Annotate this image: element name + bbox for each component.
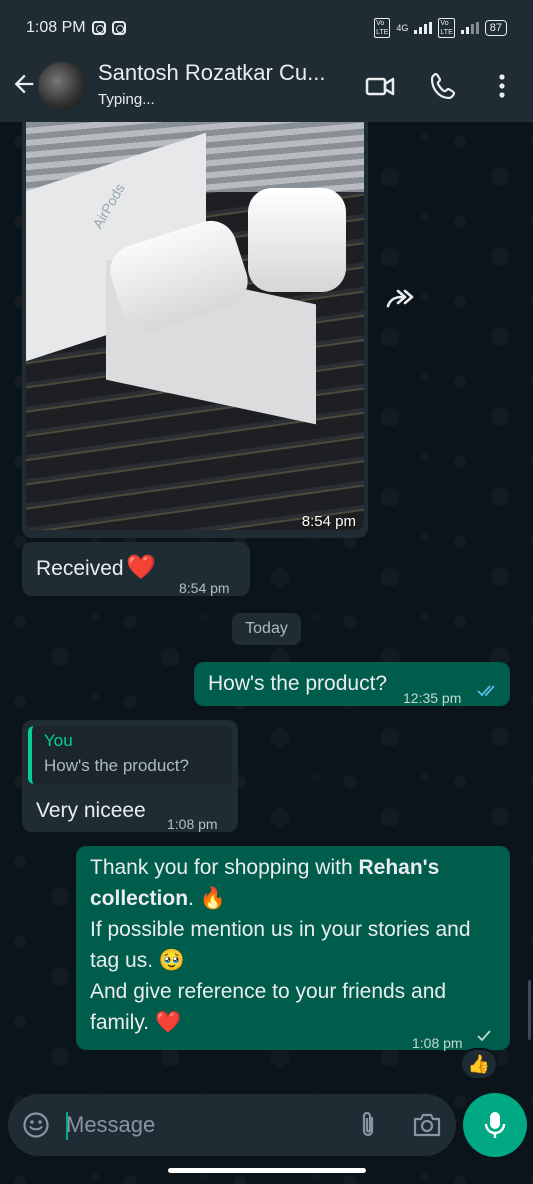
contact-status: Typing...: [98, 91, 155, 108]
instagram-icon: [91, 21, 106, 35]
message-time: 12:35 pm: [403, 690, 462, 706]
message-line: tag us. 🥹: [90, 949, 186, 972]
signal-icon: [460, 22, 479, 34]
photo-earbuds-case: [248, 188, 346, 292]
volte-icon: Vo LTE: [438, 18, 455, 38]
mic-button[interactable]: [463, 1093, 527, 1157]
quote-text: How's the product?: [44, 756, 189, 775]
more-menu-icon[interactable]: [486, 70, 518, 102]
outgoing-message-bubble[interactable]: Thank you for shopping with Rehan's coll…: [76, 846, 510, 1051]
message-text: Thank you for shopping with Rehan's coll…: [90, 852, 502, 1038]
battery-icon: 87: [484, 20, 507, 36]
voice-call-icon[interactable]: [428, 70, 460, 102]
reaction-badge[interactable]: 👍: [460, 1048, 498, 1080]
video-call-icon[interactable]: [364, 70, 396, 102]
message-input[interactable]: [66, 1108, 336, 1142]
date-divider: Today: [232, 613, 301, 645]
chat-header: Santosh Rozatkar Cu... Typing...: [0, 56, 533, 122]
message-text: How's the product?: [208, 672, 388, 695]
incoming-reply-bubble[interactable]: You How's the product? Very niceee 1:08 …: [22, 720, 238, 832]
volte-icon: Vo LTE: [374, 18, 391, 38]
status-right-icons: Vo LTE 4G Vo LTE 87: [374, 18, 507, 38]
notification-icons: [91, 21, 126, 35]
message-time: 8:54 pm: [179, 580, 230, 596]
double-check-icon: [477, 685, 495, 697]
message-line: If possible mention us in your stories a…: [90, 918, 471, 941]
message-text: Received: [36, 557, 124, 580]
contact-name[interactable]: Santosh Rozatkar Cu...: [98, 60, 325, 86]
status-time: 1:08 PM: [26, 19, 86, 36]
image-message-bubble[interactable]: AirPods 8:54 pm: [22, 122, 368, 538]
message-time: 1:08 pm: [412, 1035, 463, 1051]
message-composer: [8, 1094, 456, 1156]
message-photo[interactable]: AirPods: [26, 122, 364, 530]
message-text: Very niceee: [36, 799, 146, 822]
incoming-message-bubble[interactable]: Received ❤️ 8:54 pm: [22, 542, 250, 596]
message-time: 8:54 pm: [301, 513, 356, 530]
instagram-icon: [111, 21, 126, 35]
outgoing-message-bubble[interactable]: How's the product? 12:35 pm: [194, 662, 510, 706]
scrollbar[interactable]: [528, 980, 531, 1040]
single-check-icon: [477, 1030, 491, 1042]
message-time: 1:08 pm: [167, 816, 218, 832]
network-label: 4G: [396, 23, 409, 33]
message-line: And give reference to your friends and: [90, 980, 447, 1003]
quoted-message[interactable]: You How's the product?: [28, 726, 232, 784]
status-bar: 1:08 PM Vo LTE 4G Vo LTE 87: [0, 0, 533, 56]
forward-icon[interactable]: [384, 286, 416, 310]
avatar[interactable]: [38, 62, 86, 110]
quote-author: You: [44, 731, 73, 750]
emoji-icon[interactable]: [22, 1111, 50, 1139]
navigation-handle[interactable]: [168, 1168, 366, 1173]
back-arrow-icon[interactable]: [10, 70, 38, 98]
message-line: Thank you for shopping with Rehan's: [90, 856, 440, 879]
heart-emoji: ❤️: [126, 554, 156, 581]
attach-icon[interactable]: [356, 1110, 380, 1140]
message-line: collection. 🔥: [90, 887, 226, 910]
mic-icon: [484, 1112, 506, 1138]
signal-icon: [414, 22, 433, 34]
camera-icon[interactable]: [412, 1111, 442, 1139]
